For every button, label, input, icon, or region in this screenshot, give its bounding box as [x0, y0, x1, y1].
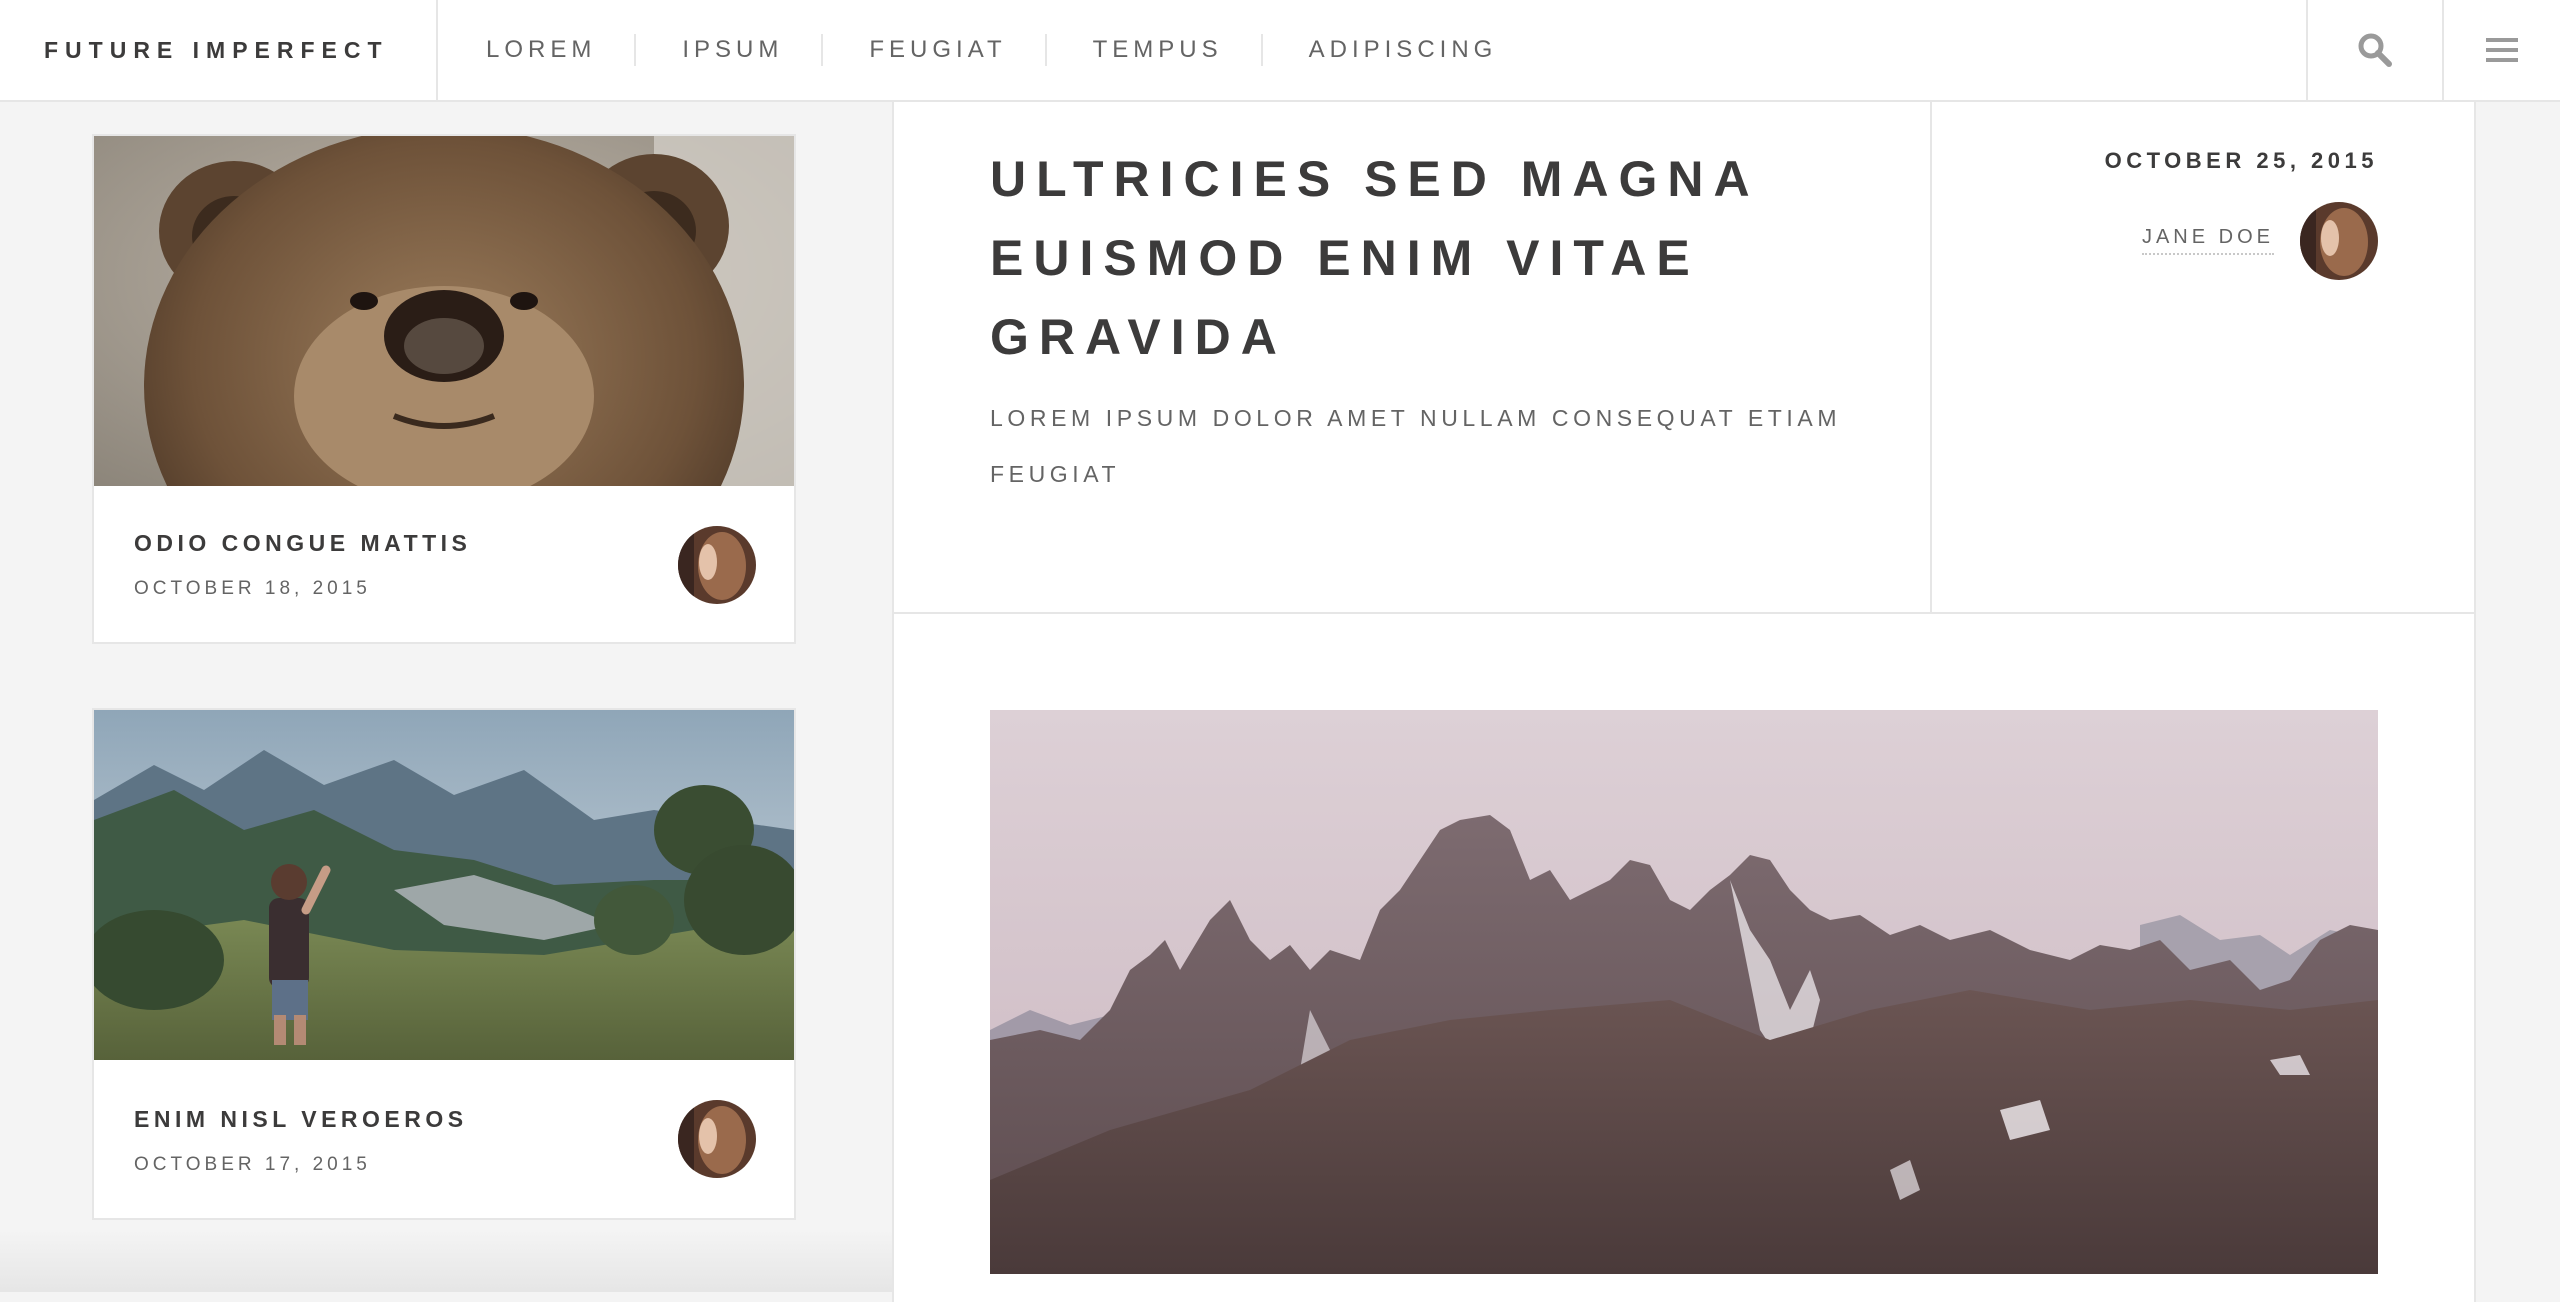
- post-date: OCTOBER 25, 2015: [2104, 148, 2378, 173]
- nav-item-tempus[interactable]: TEMPUS: [1044, 34, 1261, 66]
- search-button[interactable]: [2306, 0, 2442, 100]
- menu-button[interactable]: [2442, 0, 2560, 100]
- author-link[interactable]: JANE DOE: [2141, 226, 2274, 255]
- post-title[interactable]: ULTRICIES SED MAGNA EUISMOD ENIM VITAE G…: [990, 140, 1890, 377]
- nav-item-lorem[interactable]: LOREM: [440, 34, 634, 66]
- mini-post-title[interactable]: ODIO CONGUE MATTIS: [134, 530, 471, 557]
- top-header: FUTURE IMPERFECT LOREM IPSUM FEUGIAT TEM…: [0, 0, 2560, 102]
- main-post: ULTRICIES SED MAGNA EUISMOD ENIM VITAE G…: [892, 102, 2476, 1302]
- nav-item-adipiscing[interactable]: ADIPISCING: [1260, 34, 1536, 66]
- search-icon: [2358, 33, 2392, 67]
- nav-item-ipsum[interactable]: IPSUM: [634, 34, 821, 66]
- hamburger-menu-icon: [2486, 38, 2518, 62]
- post-title-area: ULTRICIES SED MAGNA EUISMOD ENIM VITAE G…: [894, 102, 1932, 612]
- author-avatar[interactable]: [678, 526, 756, 604]
- main-nav: LOREM IPSUM FEUGIAT TEMPUS ADIPISCING: [440, 0, 1535, 100]
- bear-photo[interactable]: [94, 136, 794, 486]
- mini-post-date: OCTOBER 18, 2015: [134, 578, 371, 599]
- post-subtitle: LOREM IPSUM DOLOR AMET NULLAM CONSEQUAT …: [990, 405, 1842, 487]
- post-header: ULTRICIES SED MAGNA EUISMOD ENIM VITAE G…: [894, 102, 2474, 614]
- bottom-shadow: [0, 1230, 1000, 1292]
- author-avatar[interactable]: [678, 1100, 756, 1178]
- nav-item-feugiat[interactable]: FEUGIAT: [821, 34, 1044, 66]
- post-meta: OCTOBER 25, 2015 JANE DOE: [1934, 102, 2474, 612]
- mini-post: ENIM NISL VEROEROS OCTOBER 17, 2015: [92, 708, 796, 1220]
- site-logo[interactable]: FUTURE IMPERFECT: [0, 0, 438, 100]
- mountain-peaks-photo[interactable]: [990, 710, 2378, 1274]
- mini-post-date: OCTOBER 17, 2015: [134, 1154, 371, 1175]
- author-avatar[interactable]: [2300, 202, 2378, 280]
- mountain-hiker-photo[interactable]: [94, 710, 794, 1060]
- mini-post: ODIO CONGUE MATTIS OCTOBER 18, 2015: [92, 134, 796, 644]
- mini-post-title[interactable]: ENIM NISL VEROEROS: [134, 1106, 468, 1133]
